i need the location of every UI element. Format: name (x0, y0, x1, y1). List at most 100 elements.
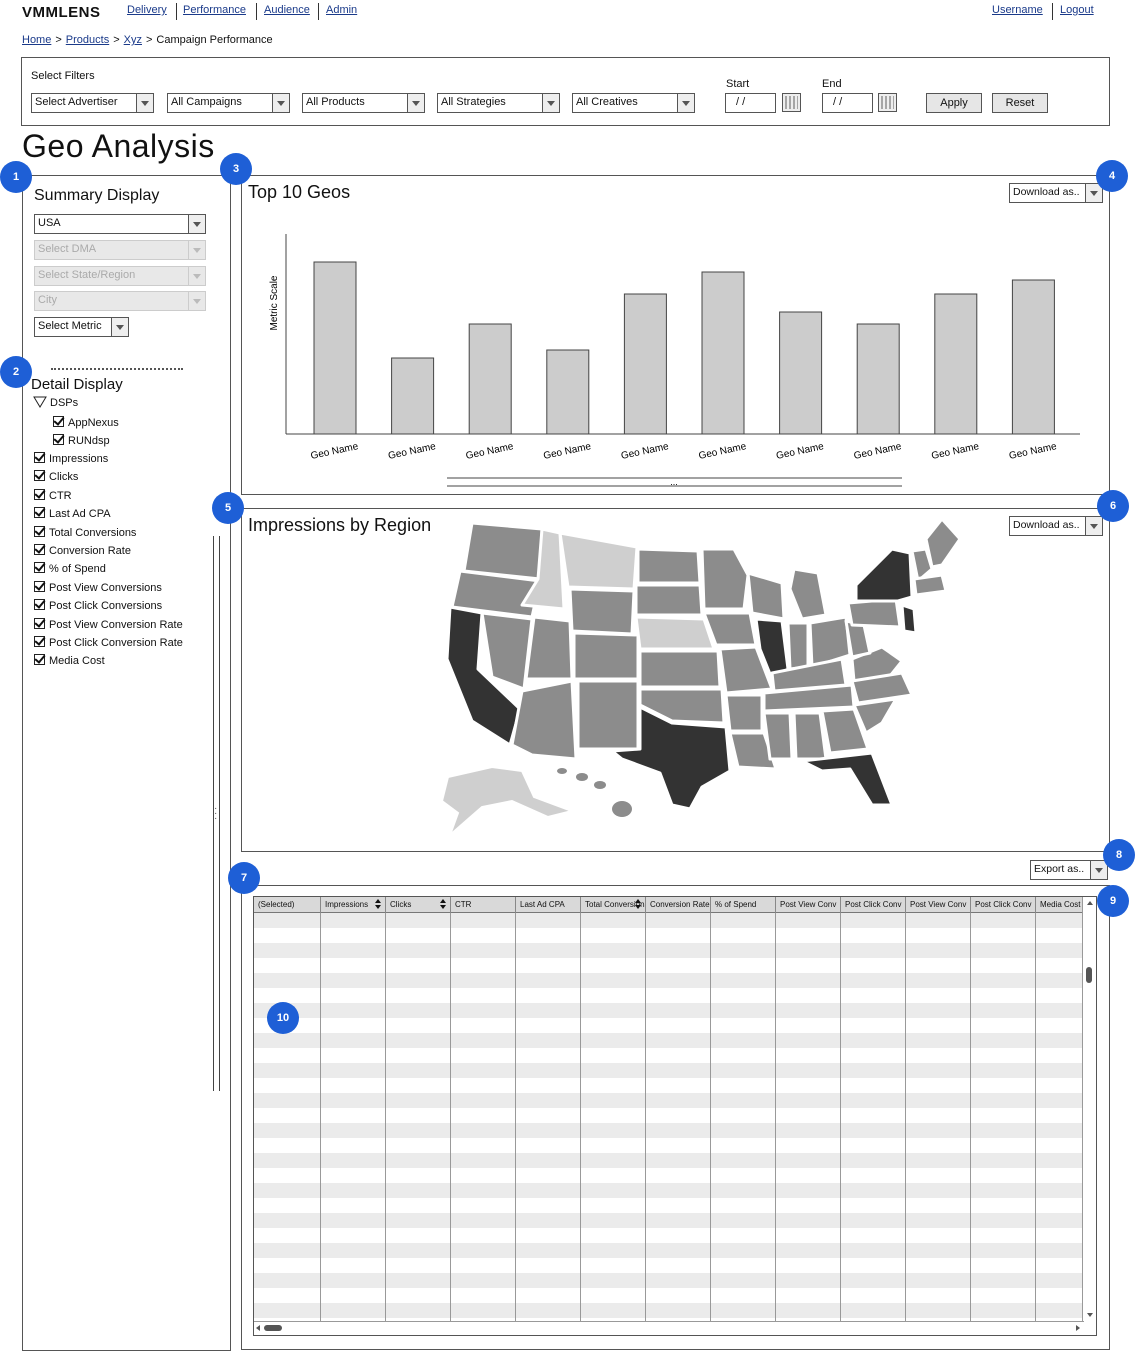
creatives-select[interactable]: All Creatives (572, 93, 695, 113)
vertical-scrollbar[interactable] (1082, 897, 1096, 1321)
city-select[interactable]: City (34, 291, 206, 311)
scroll-up-arrow-icon[interactable] (1087, 901, 1093, 905)
bar-4[interactable] (546, 349, 590, 435)
checkbox-checked-icon[interactable] (34, 544, 45, 555)
checkbox-checked-icon[interactable] (34, 470, 45, 482)
checkbox-checked-icon[interactable] (34, 599, 45, 611)
more-indicator[interactable]: ... (670, 477, 678, 487)
checkbox-checked-icon[interactable] (34, 452, 45, 463)
reset-button[interactable]: Reset (992, 93, 1048, 113)
horizontal-scrollbar[interactable] (254, 1321, 1084, 1335)
column-header[interactable]: Post View Conv (776, 897, 841, 913)
dma-select[interactable]: Select DMA (34, 240, 206, 260)
checkbox-checked-icon[interactable] (34, 562, 45, 574)
checkbox-checked-icon[interactable] (34, 488, 45, 500)
sort-icon[interactable] (375, 899, 382, 910)
column-header[interactable]: Post View Conv (906, 897, 971, 913)
metric-checkbox-row[interactable]: CTR (34, 488, 72, 505)
drag-handle-icon[interactable]: · · · (214, 804, 217, 824)
strategies-select[interactable]: All Strategies (437, 93, 560, 113)
metric-label: Last Ad CPA (49, 508, 111, 521)
metric-checkbox-row[interactable]: Last Ad CPA (34, 507, 111, 523)
logout-link[interactable]: Logout (1060, 4, 1094, 16)
scroll-left-arrow-icon[interactable] (256, 1325, 260, 1331)
bar-5[interactable] (623, 293, 667, 435)
username-link[interactable]: Username (992, 4, 1043, 16)
checkbox-checked-icon[interactable] (53, 434, 64, 445)
nav-performance[interactable]: Performance (183, 4, 246, 16)
breadcrumb: Home > Products > Xyz > Campaign Performance (22, 34, 273, 46)
column-header[interactable]: CTR (451, 897, 516, 913)
metric-label: CTR (49, 489, 72, 502)
bar-10[interactable] (1011, 279, 1055, 435)
metric-checkbox-row[interactable]: Post Click Conversions (34, 599, 162, 615)
dsp-checkbox-row[interactable]: AppNexus (53, 416, 119, 432)
metric-checkbox-row[interactable]: Impressions (34, 452, 108, 468)
calendar-icon[interactable] (878, 93, 897, 112)
nav-audience[interactable]: Audience (264, 4, 310, 16)
nav-delivery[interactable]: Delivery (127, 4, 167, 16)
column-header[interactable]: Impressions (321, 897, 386, 913)
panel-splitter[interactable] (219, 536, 220, 1091)
sort-icon[interactable] (440, 899, 447, 910)
breadcrumb-home[interactable]: Home (22, 34, 51, 46)
chevron-down-icon (188, 292, 205, 310)
dsp-checkbox-row[interactable]: RUNdsp (53, 434, 110, 450)
bar-2[interactable] (391, 357, 435, 435)
products-select[interactable]: All Products (302, 93, 425, 113)
bar-1[interactable] (313, 261, 357, 435)
scroll-right-arrow-icon[interactable] (1076, 1325, 1080, 1331)
metric-checkbox-row[interactable]: Post View Conversions (34, 580, 162, 597)
breadcrumb-xyz[interactable]: Xyz (124, 34, 142, 46)
dsps-tree-node[interactable]: DSPs (33, 396, 78, 412)
scroll-thumb[interactable] (1086, 967, 1092, 983)
column-header[interactable]: Post Click Conv (971, 897, 1036, 913)
checkbox-checked-icon[interactable] (34, 525, 45, 537)
campaigns-select[interactable]: All Campaigns (167, 93, 290, 113)
column-header[interactable]: (Selected) (254, 897, 321, 913)
column-header[interactable]: Clicks (386, 897, 451, 913)
scroll-thumb[interactable] (264, 1325, 282, 1331)
country-select[interactable]: USA (34, 214, 206, 234)
metric-checkbox-row[interactable]: Media Cost (34, 654, 105, 670)
table-export-value: Export as.. (1034, 863, 1085, 875)
annotation-marker: 5 (212, 492, 244, 524)
bar-6[interactable] (701, 271, 745, 435)
scroll-down-arrow-icon[interactable] (1087, 1313, 1093, 1317)
nav-admin[interactable]: Admin (326, 4, 357, 16)
column-header[interactable]: Post Click Conv (841, 897, 906, 913)
metric-checkbox-row[interactable]: Clicks (34, 470, 78, 486)
advertiser-select[interactable]: Select Advertiser (31, 93, 154, 113)
map-state-indiana (786, 621, 810, 671)
checkbox-checked-icon[interactable] (34, 617, 45, 629)
column-header[interactable]: Total Conversions (581, 897, 646, 913)
table-export-select[interactable]: Export as.. (1030, 860, 1108, 880)
sort-icon[interactable] (635, 899, 642, 910)
breadcrumb-products[interactable]: Products (66, 34, 109, 46)
column-header[interactable]: Last Ad CPA (516, 897, 581, 913)
metric-checkbox-row[interactable]: Conversion Rate (34, 544, 131, 560)
checkbox-checked-icon[interactable] (34, 507, 45, 519)
bar-8[interactable] (856, 323, 900, 435)
checkbox-checked-icon[interactable] (34, 636, 45, 647)
bar-7[interactable] (779, 311, 823, 435)
bar-9[interactable] (934, 293, 978, 435)
start-date-input[interactable]: / / (725, 93, 776, 113)
column-header[interactable]: Conversion Rate (646, 897, 711, 913)
metric-checkbox-row[interactable]: Post View Conversion Rate (34, 617, 183, 634)
expand-triangle-icon[interactable] (33, 396, 47, 408)
metric-checkbox-row[interactable]: % of Spend (34, 562, 106, 578)
apply-button[interactable]: Apply (926, 93, 982, 113)
state-select[interactable]: Select State/Region (34, 266, 206, 286)
end-date-input[interactable]: / / (822, 93, 873, 113)
us-map[interactable] (242, 509, 1109, 851)
column-header[interactable]: % of Spend (711, 897, 776, 913)
metric-checkbox-row[interactable]: Post Click Conversion Rate (34, 636, 183, 652)
metric-select[interactable]: Select Metric (34, 317, 129, 337)
checkbox-checked-icon[interactable] (34, 654, 45, 666)
checkbox-checked-icon[interactable] (53, 416, 64, 427)
calendar-icon[interactable] (782, 93, 801, 112)
bar-3[interactable] (468, 323, 512, 435)
checkbox-checked-icon[interactable] (34, 580, 45, 592)
metric-checkbox-row[interactable]: Total Conversions (34, 525, 136, 542)
